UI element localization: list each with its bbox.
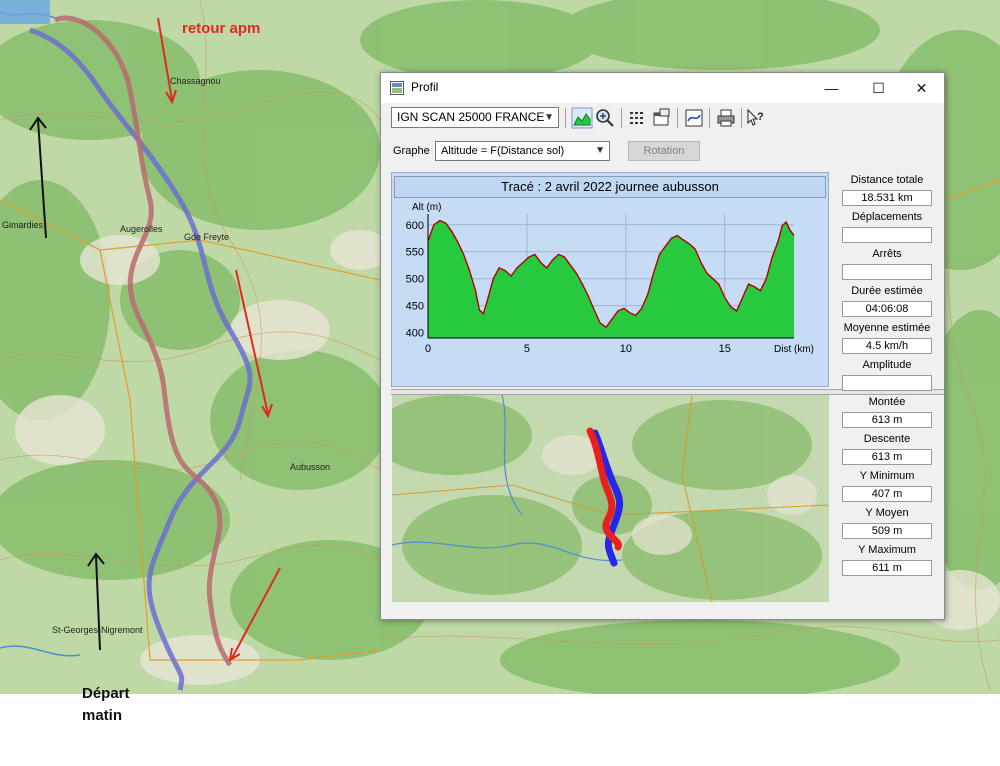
- toolbar-separator: [565, 108, 566, 128]
- list-icon[interactable]: [627, 107, 649, 129]
- place-label: Gimardies: [2, 220, 44, 230]
- stat-label-descente: Descente: [863, 433, 911, 445]
- svg-text:?: ?: [757, 111, 764, 123]
- minimize-button[interactable]: —: [809, 73, 854, 103]
- toolbar-separator: [741, 108, 742, 128]
- annotation-depart-matin: Départ matin: [82, 683, 130, 727]
- x-tick-label: 0: [425, 343, 431, 355]
- toolbar-separator: [621, 108, 622, 128]
- stat-value-y-maximum: 611 m: [842, 560, 932, 576]
- stat-label-duree-estimee: Durée estimée: [851, 285, 923, 297]
- rotation-button[interactable]: Rotation: [628, 141, 700, 161]
- stat-label-y-minimum: Y Minimum: [859, 470, 915, 482]
- maximize-button[interactable]: ☐: [856, 73, 901, 103]
- profile-graph-icon[interactable]: [571, 107, 593, 129]
- close-button[interactable]: ✕: [899, 73, 944, 103]
- map-layer-select-value: IGN SCAN 25000 FRANCE: [397, 110, 545, 124]
- y-tick-label: 450: [406, 301, 424, 313]
- window-title: Profil: [411, 80, 439, 94]
- stats-panel: Distance totale 18.531 km Déplacements A…: [839, 171, 935, 578]
- y-tick-label: 400: [406, 328, 424, 340]
- stat-label-moyenne-estimee: Moyenne estimée: [843, 322, 931, 334]
- app-icon: [390, 81, 404, 95]
- graphe-label: Graphe: [393, 145, 430, 157]
- place-label: Chassagnou: [170, 76, 221, 86]
- annotation-depart-line2: matin: [82, 707, 123, 724]
- overview-map[interactable]: [392, 395, 829, 602]
- stat-label-amplitude: Amplitude: [862, 359, 912, 371]
- stat-value-arrets: [842, 264, 932, 280]
- y-axis-label: Alt (m): [412, 202, 441, 213]
- elevation-profile-chart[interactable]: 400 450 500 550 600 0 5 10 15 Alt (m) Dist (km): [392, 200, 828, 386]
- place-label: Augerolles: [120, 224, 163, 234]
- stat-label-deplacements: Déplacements: [851, 211, 923, 223]
- toolbar-separator: [677, 108, 678, 128]
- y-tick-label: 500: [406, 274, 424, 286]
- place-label: Gde Freyte: [184, 232, 229, 242]
- stat-label-y-maximum: Y Maximum: [858, 544, 916, 556]
- stat-value-y-moyen: 509 m: [842, 523, 932, 539]
- stat-value-montee: 613 m: [842, 412, 932, 428]
- place-label: St-Georges-Nigremont: [52, 625, 143, 635]
- properties-icon[interactable]: [650, 107, 672, 129]
- graphe-select-value: Altitude = F(Distance sol): [441, 145, 565, 157]
- stat-label-y-moyen: Y Moyen: [865, 507, 909, 519]
- graphe-select[interactable]: Altitude = F(Distance sol) ▼: [435, 141, 610, 161]
- print-icon[interactable]: [715, 107, 737, 129]
- y-tick-label: 600: [406, 220, 424, 232]
- stat-value-amplitude: [842, 375, 932, 391]
- x-axis-label: Dist (km): [774, 344, 814, 355]
- stat-value-y-minimum: 407 m: [842, 486, 932, 502]
- toolbar-separator: [709, 108, 710, 128]
- zoom-icon[interactable]: [594, 107, 616, 129]
- place-label: Aubusson: [290, 462, 330, 472]
- x-tick-label: 15: [719, 343, 731, 355]
- toolbar: IGN SCAN 25000 FRANCE ▼ ?: [381, 104, 944, 132]
- export-icon[interactable]: [683, 107, 705, 129]
- trace-title: Tracé : 2 avril 2022 journee aubusson: [394, 176, 826, 198]
- y-tick-label: 550: [406, 247, 424, 259]
- chevron-down-icon: ▼: [595, 145, 605, 156]
- annotation-depart-line1: Départ: [82, 685, 130, 702]
- stat-value-deplacements: [842, 227, 932, 243]
- stat-label-arrets: Arrêts: [872, 248, 902, 260]
- profile-graph-panel: Tracé : 2 avril 2022 journee aubusson 40…: [391, 172, 829, 387]
- profil-window: Profil — ☐ ✕ IGN SCAN 25000 FRANCE ▼ ? G…: [380, 72, 945, 620]
- x-tick-label: 5: [524, 343, 530, 355]
- stat-value-moyenne-estimee: 4.5 km/h: [842, 338, 932, 354]
- stat-value-descente: 613 m: [842, 449, 932, 465]
- stat-value-duree-estimee: 04:06:08: [842, 301, 932, 317]
- annotation-retour-apm: retour apm: [182, 20, 261, 37]
- help-icon[interactable]: ?: [745, 107, 767, 129]
- stat-value-distance-totale: 18.531 km: [842, 190, 932, 206]
- map-layer-select[interactable]: IGN SCAN 25000 FRANCE ▼: [391, 107, 559, 128]
- x-tick-label: 10: [620, 343, 632, 355]
- title-bar[interactable]: Profil — ☐ ✕: [381, 73, 944, 103]
- chevron-down-icon: ▼: [544, 112, 554, 123]
- stat-label-montee: Montée: [868, 396, 906, 408]
- stat-label-distance-totale: Distance totale: [850, 174, 924, 186]
